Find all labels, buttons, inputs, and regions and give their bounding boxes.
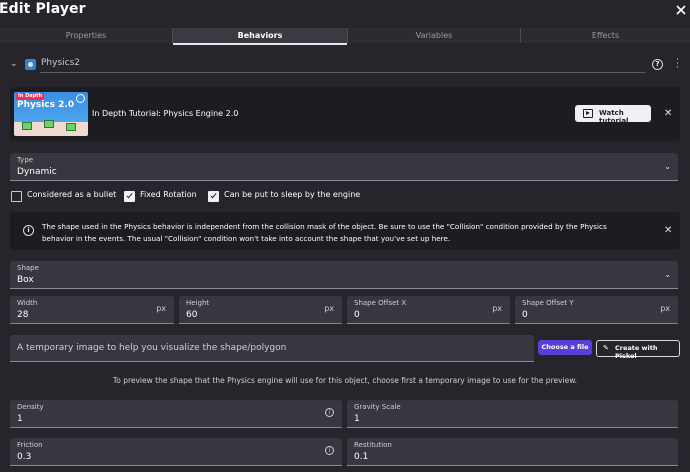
thumbnail-tag: In Depth <box>16 93 45 100</box>
info-icon[interactable]: i <box>325 446 334 455</box>
tab-behaviors[interactable]: Behaviors <box>173 28 347 45</box>
tutorial-title: In Depth Tutorial: Physics Engine 2.0 <box>92 109 239 118</box>
type-value: Dynamic <box>17 167 57 177</box>
chevron-down-icon[interactable]: ⌄ <box>10 59 18 69</box>
width-unit: px <box>156 304 166 313</box>
close-icon[interactable] <box>674 3 688 17</box>
chevron-down-icon: ⌄ <box>664 270 671 279</box>
preview-note: To preview the shape that the Physics en… <box>112 376 578 385</box>
bullet-checkbox[interactable] <box>11 191 22 202</box>
thumbnail-block <box>66 123 76 131</box>
fixed-rotation-checkbox-label: Fixed Rotation <box>140 190 197 199</box>
dismiss-tutorial-icon[interactable]: ✕ <box>664 108 672 119</box>
watch-tutorial-label: Watch tutorial <box>599 109 629 125</box>
height-label: Height <box>186 299 210 307</box>
density-value: 1 <box>17 414 23 424</box>
help-icon[interactable]: ? <box>652 59 663 70</box>
info-icon[interactable]: i <box>325 408 334 417</box>
restitution-field[interactable]: Restitution 0.1 <box>347 438 678 466</box>
density-label: Density <box>17 403 44 411</box>
tab-properties[interactable]: Properties <box>0 28 172 43</box>
width-label: Width <box>17 299 38 307</box>
create-with-piskel-button[interactable]: ✎ Create with Piskel <box>596 340 680 360</box>
height-value: 60 <box>186 310 198 320</box>
shape-label: Shape <box>17 264 39 272</box>
shape-offset-y-label: Shape Offset Y <box>522 299 574 307</box>
tab-variables[interactable]: Variables <box>348 28 520 43</box>
shape-offset-x-unit: px <box>492 304 502 313</box>
sleep-checkbox-label: Can be put to sleep by the engine <box>224 190 361 199</box>
dialog-title-bar: Edit Player <box>0 0 690 24</box>
info-icon: i <box>23 225 34 236</box>
tab-bar: Properties Behaviors Variables Effects <box>0 28 690 45</box>
shape-value: Box <box>17 275 34 285</box>
pencil-icon: ✎ <box>603 344 609 352</box>
tutorial-card: In Depth Physics 2.0 In Depth Tutorial: … <box>10 87 680 141</box>
shape-offset-x-value: 0 <box>354 310 360 320</box>
temporary-image-input[interactable]: A temporary image to help you visualize … <box>10 335 534 362</box>
height-field[interactable]: Height 60 px <box>179 296 342 324</box>
shape-info-text: The shape used in the Physics behavior i… <box>42 222 607 243</box>
behavior-header: ⌄ Physics2 ? · · · <box>0 56 690 76</box>
width-field[interactable]: Width 28 px <box>10 296 174 324</box>
type-label: Type <box>17 156 34 164</box>
sleep-checkbox[interactable] <box>208 191 219 202</box>
behavior-name-underline <box>40 72 645 73</box>
type-select[interactable]: Type Dynamic ⌄ <box>10 153 678 181</box>
gdevelop-logo-icon <box>76 94 85 103</box>
temporary-image-placeholder: A temporary image to help you visualize … <box>17 343 287 353</box>
gravity-scale-label: Gravity Scale <box>354 403 401 411</box>
restitution-value: 0.1 <box>354 452 369 462</box>
thumbnail-title: Physics 2.0 <box>17 100 75 110</box>
shape-select[interactable]: Shape Box ⌄ <box>10 261 678 289</box>
bullet-checkbox-label: Considered as a bullet <box>27 190 117 199</box>
dialog-title: Edit Player <box>0 1 86 17</box>
thumbnail-block <box>22 122 32 130</box>
shape-offset-x-label: Shape Offset X <box>354 299 407 307</box>
shape-offset-x-field[interactable]: Shape Offset X 0 px <box>347 296 510 324</box>
chevron-down-icon: ⌄ <box>664 162 671 171</box>
friction-label: Friction <box>17 441 43 449</box>
choose-file-button[interactable]: Choose a file <box>538 340 592 355</box>
gravity-scale-value: 1 <box>354 414 360 424</box>
behavior-name[interactable]: Physics2 <box>41 58 80 68</box>
dismiss-info-icon[interactable]: ✕ <box>664 225 672 236</box>
watch-tutorial-button[interactable]: Watch tutorial <box>575 105 651 125</box>
friction-value: 0.3 <box>17 452 32 462</box>
restitution-label: Restitution <box>354 441 392 449</box>
play-video-icon <box>583 109 593 118</box>
tutorial-thumbnail[interactable]: In Depth Physics 2.0 <box>14 92 88 136</box>
shape-offset-y-value: 0 <box>522 310 528 320</box>
fixed-rotation-checkbox[interactable] <box>124 191 135 202</box>
width-value: 28 <box>17 310 29 320</box>
create-with-piskel-label: Create with Piskel <box>615 344 658 360</box>
shape-info-card: i The shape used in the Physics behavior… <box>10 212 680 250</box>
friction-field[interactable]: Friction 0.3 i <box>10 438 342 466</box>
height-unit: px <box>324 304 334 313</box>
shape-offset-y-field[interactable]: Shape Offset Y 0 px <box>515 296 678 324</box>
density-field[interactable]: Density 1 i <box>10 400 342 428</box>
physics-behavior-icon <box>25 59 36 70</box>
more-options-icon[interactable]: · · · <box>676 56 679 73</box>
gravity-scale-field[interactable]: Gravity Scale 1 <box>347 400 678 428</box>
tab-effects[interactable]: Effects <box>521 28 690 43</box>
thumbnail-block <box>44 120 54 128</box>
shape-offset-y-unit: px <box>660 304 670 313</box>
